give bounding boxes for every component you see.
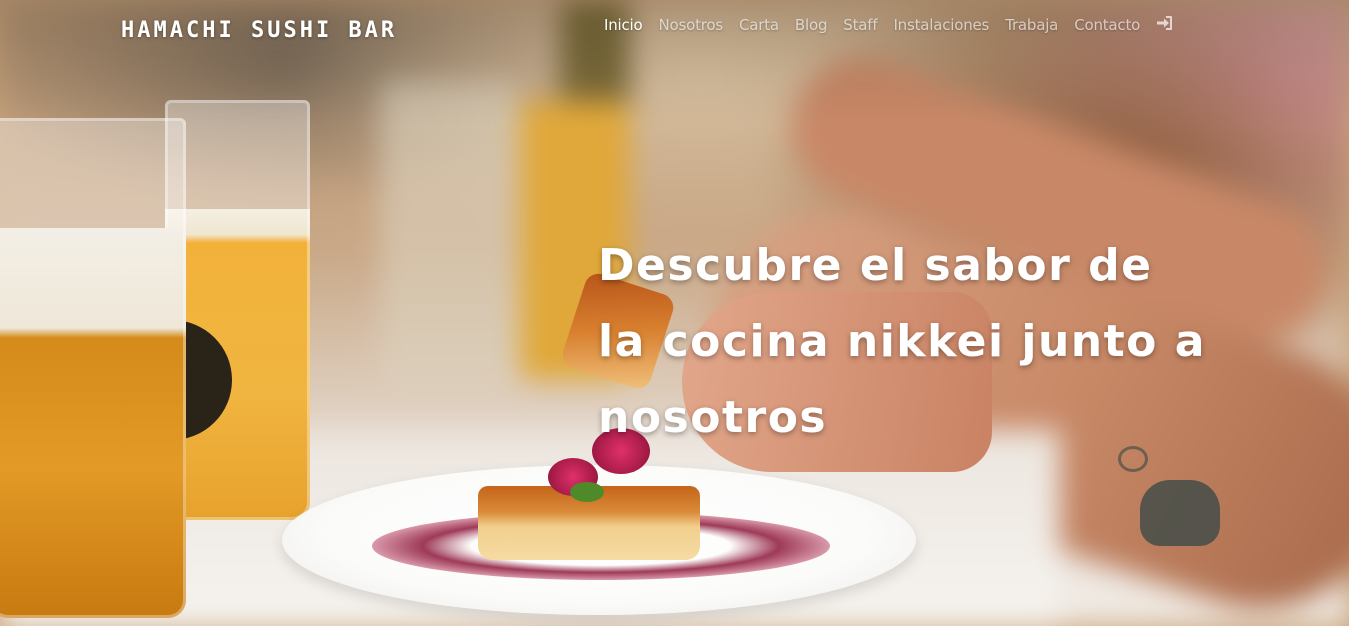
nav-item-carta[interactable]: Carta (739, 16, 779, 34)
nav-item-inicio[interactable]: Inicio (604, 16, 643, 34)
brand-logo[interactable]: HAMACHI SUSHI BAR (121, 18, 397, 43)
hero-section: HAMACHI SUSHI BAR Inicio Nosotros Carta … (0, 0, 1349, 626)
login-button[interactable] (1156, 15, 1173, 35)
nav-item-blog[interactable]: Blog (795, 16, 828, 34)
nav-item-instalaciones[interactable]: Instalaciones (893, 16, 989, 34)
nav-item-staff[interactable]: Staff (843, 16, 877, 34)
nav-item-nosotros[interactable]: Nosotros (659, 16, 724, 34)
hero-title-line-1: Descubre el sabor de (598, 240, 1153, 291)
nav-item-contacto[interactable]: Contacto (1074, 16, 1140, 34)
hero-title-line-3: nosotros (598, 392, 828, 443)
hero-title-line-2: la cocina nikkei junto a (598, 316, 1206, 367)
sign-in-icon (1157, 15, 1173, 30)
nav-item-trabaja[interactable]: Trabaja (1005, 16, 1058, 34)
main-nav: Inicio Nosotros Carta Blog Staff Instala… (604, 14, 1173, 36)
hero-title: Descubre el sabor de la cocina nikkei ju… (598, 228, 1258, 456)
navbar: HAMACHI SUSHI BAR Inicio Nosotros Carta … (0, 0, 1349, 50)
